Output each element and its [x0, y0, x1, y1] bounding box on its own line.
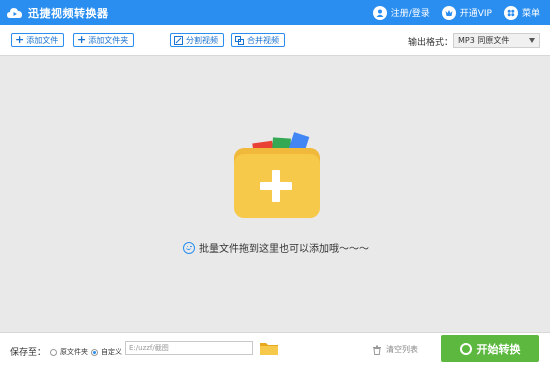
merge-video-label: 合并视频 — [247, 35, 279, 45]
output-format-select[interactable]: MP3 同原文件 — [453, 33, 540, 48]
start-convert-label: 开始转换 — [476, 342, 521, 356]
split-video-button[interactable]: 分割视频 — [170, 33, 224, 47]
original-folder-label: 原文件夹 — [60, 348, 88, 356]
login-label: 注册/登录 — [390, 9, 430, 19]
split-icon — [174, 35, 183, 45]
drop-hint: 批量文件拖到这里也可以添加哦～～～ — [183, 240, 369, 255]
clear-list-label: 清空列表 — [386, 345, 418, 354]
vip-button[interactable]: 开通VIP — [441, 5, 492, 20]
add-folder-label: 添加文件夹 — [88, 35, 129, 45]
drop-hint-text: 批量文件拖到这里也可以添加哦～～～ — [199, 244, 369, 255]
user-icon — [372, 5, 387, 20]
app-logo-icon — [7, 6, 23, 20]
plus-icon: + — [15, 33, 25, 46]
chevron-down-icon — [529, 38, 535, 43]
radio-checked-icon — [91, 348, 98, 356]
clear-list-button[interactable]: 清空列表 — [372, 344, 418, 355]
smile-icon — [183, 241, 195, 254]
add-file-button[interactable]: + 添加文件 — [11, 33, 65, 47]
login-button[interactable]: 注册/登录 — [372, 5, 430, 20]
save-to-label: 保存至： — [10, 348, 47, 358]
start-convert-button[interactable]: 开始转换 — [441, 335, 539, 362]
menu-label: 菜单 — [521, 9, 540, 19]
menu-icon — [503, 5, 518, 20]
custom-folder-label: 自定义 — [101, 348, 122, 356]
toolbar: + 添加文件 + 添加文件夹 分割视频 合并视频 输出格式： MP3 同原文件 — [0, 25, 550, 56]
merge-video-button[interactable]: 合并视频 — [231, 33, 285, 47]
add-file-folder-icon[interactable] — [232, 130, 322, 220]
vip-label: 开通VIP — [459, 9, 492, 19]
output-format-value: MP3 同原文件 — [458, 36, 510, 45]
menu-button[interactable]: 菜单 — [503, 5, 540, 20]
browse-folder-icon[interactable] — [260, 342, 278, 355]
plus-icon: + — [77, 33, 87, 46]
merge-icon — [235, 35, 244, 45]
output-format-label: 输出格式： — [408, 38, 454, 48]
vip-icon — [441, 5, 456, 20]
app-title: 迅捷视频转换器 — [28, 6, 109, 20]
add-folder-button[interactable]: + 添加文件夹 — [73, 33, 135, 47]
original-folder-radio[interactable]: 原文件夹 — [50, 347, 88, 357]
title-bar: 迅捷视频转换器 注册/登录 开通VIP 菜单 — [0, 0, 550, 25]
radio-unchecked-icon — [50, 348, 57, 356]
split-video-label: 分割视频 — [186, 35, 218, 45]
trash-icon — [373, 345, 381, 355]
add-file-label: 添加文件 — [26, 35, 59, 45]
save-path-input[interactable] — [125, 341, 253, 355]
convert-icon — [459, 342, 472, 355]
custom-folder-radio[interactable]: 自定义 — [91, 347, 122, 357]
